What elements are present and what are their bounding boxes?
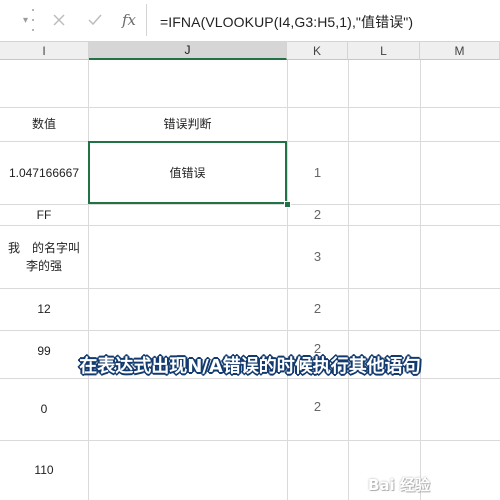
caption-overlay: 在表达式出现N/A错误的时候执行其他语句 [79, 356, 421, 377]
cell-k6[interactable]: 3 [287, 225, 348, 288]
cell-k5[interactable]: 2 [287, 204, 348, 225]
insert-function-button[interactable]: fx [116, 6, 142, 34]
fill-handle[interactable] [284, 201, 291, 208]
cancel-icon[interactable] [46, 6, 72, 34]
cell-j3[interactable]: 错误判断 [88, 107, 287, 141]
name-box-dropdown-icon[interactable]: ▾ [0, 6, 28, 34]
cell-i9[interactable]: 0 [0, 378, 88, 440]
column-header-m[interactable]: M [420, 42, 500, 60]
cell-k9[interactable]: 2 [287, 378, 348, 436]
formula-bar-splitter[interactable] [32, 9, 34, 31]
cell-i6-line-1: 我 的名字叫 [7, 240, 80, 255]
active-cell-border [88, 141, 287, 204]
cell-i6-line-2: 李的强 [25, 258, 62, 273]
watermark: Bai 经验 [368, 476, 430, 494]
column-header-i[interactable]: I [0, 42, 89, 60]
cell-i5[interactable]: FF [0, 204, 88, 225]
cell-i10[interactable]: 110 [0, 440, 88, 500]
cell-i4[interactable]: 1.047166667 [0, 141, 88, 204]
formula-input[interactable]: =IFNA(VLOOKUP(I4,G3:H5,1),"值错误") [146, 4, 500, 36]
formula-bar: ▾ fx =IFNA(VLOOKUP(I4,G3:H5,1),"值错误") [0, 0, 500, 42]
cell-k7[interactable]: 2 [287, 288, 348, 330]
column-header-j[interactable]: J [89, 42, 287, 60]
cell-i3[interactable]: 数值 [0, 107, 88, 141]
enter-icon[interactable] [82, 6, 108, 34]
cell-k4[interactable]: 1 [287, 141, 348, 204]
formula-text: =IFNA(VLOOKUP(I4,G3:H5,1),"值错误") [160, 14, 414, 30]
column-header-k[interactable]: K [287, 42, 348, 60]
cell-i6[interactable]: 我 的名字叫 李的强 [0, 225, 88, 288]
column-header-l[interactable]: L [348, 42, 420, 60]
cell-i7[interactable]: 12 [0, 288, 88, 330]
